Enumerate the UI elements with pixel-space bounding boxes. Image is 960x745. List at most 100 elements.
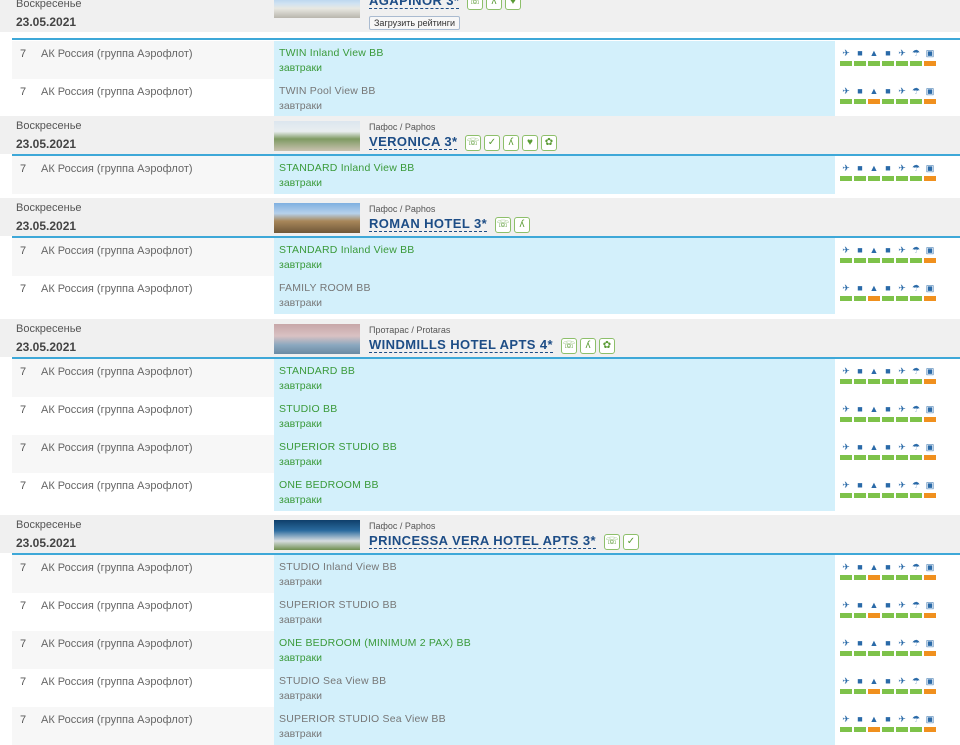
bus-icon[interactable]: ■ xyxy=(882,47,894,66)
hotel-icon[interactable]: ▲ xyxy=(868,713,880,732)
plane-out-icon[interactable]: ✈ xyxy=(840,365,852,384)
walk-icon[interactable]: ʎ xyxy=(503,135,519,151)
visa-icon[interactable]: ▣ xyxy=(924,244,936,263)
visa-icon[interactable]: ▣ xyxy=(924,365,936,384)
insurance-icon[interactable]: ☂ xyxy=(910,365,922,384)
visa-icon[interactable]: ▣ xyxy=(924,282,936,301)
hotel-icon[interactable]: ▲ xyxy=(868,282,880,301)
bus-icon[interactable]: ■ xyxy=(854,561,866,580)
plane-out-icon[interactable]: ✈ xyxy=(840,675,852,694)
room-type[interactable]: STUDIO Sea View BB xyxy=(279,675,386,687)
hotel-name-link[interactable]: PRINCESSA VERA HOTEL APTS 3* xyxy=(369,533,596,549)
bus-icon[interactable]: ■ xyxy=(882,713,894,732)
offer-row[interactable]: 7 АК Россия (группа Аэрофлот) TWIN Pool Vi… xyxy=(12,79,960,117)
plane-back-icon[interactable]: ✈ xyxy=(896,403,908,422)
room-type[interactable]: STANDARD BB xyxy=(279,365,355,377)
hotel-photo[interactable] xyxy=(274,520,360,550)
plane-back-icon[interactable]: ✈ xyxy=(896,85,908,104)
hotel-icon[interactable]: ▲ xyxy=(868,365,880,384)
room-cell[interactable]: SUPERIOR STUDIO BB завтраки xyxy=(274,593,835,631)
room-cell[interactable]: STUDIO Inland View BB завтраки xyxy=(274,555,835,593)
room-type[interactable]: FAMILY ROOM BB xyxy=(279,282,371,294)
hotel-name-link[interactable]: WINDMILLS HOTEL APTS 4* xyxy=(369,337,553,353)
room-type[interactable]: STUDIO BB xyxy=(279,403,337,415)
hotel-photo[interactable] xyxy=(274,0,360,18)
room-type[interactable]: STUDIO Inland View BB xyxy=(279,561,397,573)
insurance-icon[interactable]: ☂ xyxy=(910,479,922,498)
hotel-icon[interactable]: ▲ xyxy=(868,561,880,580)
bus-icon[interactable]: ■ xyxy=(854,599,866,618)
offer-row[interactable]: 7 АК Россия (группа Аэрофлот) STANDARD Inl… xyxy=(12,238,960,276)
room-type[interactable]: SUPERIOR STUDIO BB xyxy=(279,441,397,453)
plane-out-icon[interactable]: ✈ xyxy=(840,47,852,66)
room-type[interactable]: SUPERIOR STUDIO Sea View BB xyxy=(279,713,446,725)
visa-icon[interactable]: ▣ xyxy=(924,441,936,460)
plane-back-icon[interactable]: ✈ xyxy=(896,479,908,498)
insurance-icon[interactable]: ☂ xyxy=(910,403,922,422)
plane-out-icon[interactable]: ✈ xyxy=(840,479,852,498)
bus-icon[interactable]: ■ xyxy=(854,244,866,263)
plane-out-icon[interactable]: ✈ xyxy=(840,599,852,618)
bus-icon[interactable]: ■ xyxy=(882,282,894,301)
hotel-icon[interactable]: ▲ xyxy=(868,599,880,618)
bus-icon[interactable]: ■ xyxy=(854,85,866,104)
plane-back-icon[interactable]: ✈ xyxy=(896,47,908,66)
bus-icon[interactable]: ■ xyxy=(854,162,866,181)
bus-icon[interactable]: ■ xyxy=(854,403,866,422)
hotel-icon[interactable]: ▲ xyxy=(868,675,880,694)
bus-icon[interactable]: ■ xyxy=(854,441,866,460)
bus-icon[interactable]: ■ xyxy=(854,479,866,498)
phone-icon[interactable]: ☏ xyxy=(465,135,481,151)
room-type[interactable]: SUPERIOR STUDIO BB xyxy=(279,599,397,611)
offer-row[interactable]: 7 АК Россия (группа Аэрофлот) TWIN Inland … xyxy=(12,41,960,79)
insurance-icon[interactable]: ☂ xyxy=(910,85,922,104)
offer-row[interactable]: 7 АК Россия (группа Аэрофлот) SUPERIOR STU… xyxy=(12,707,960,745)
visa-icon[interactable]: ▣ xyxy=(924,637,936,656)
room-type[interactable]: STANDARD Inland View BB xyxy=(279,244,415,256)
offer-row[interactable]: 7 АК Россия (группа Аэрофлот) STUDIO Sea V… xyxy=(12,669,960,707)
gift-icon[interactable]: ✿ xyxy=(541,135,557,151)
bus-icon[interactable]: ■ xyxy=(882,637,894,656)
bus-icon[interactable]: ■ xyxy=(854,47,866,66)
phone-icon[interactable]: ☏ xyxy=(604,534,620,550)
plane-out-icon[interactable]: ✈ xyxy=(840,244,852,263)
plane-back-icon[interactable]: ✈ xyxy=(896,637,908,656)
bus-icon[interactable]: ■ xyxy=(882,244,894,263)
visa-icon[interactable]: ▣ xyxy=(924,675,936,694)
offer-row[interactable]: 7 АК Россия (группа Аэрофлот) STUDIO Inlan… xyxy=(12,555,960,593)
hotel-name-link[interactable]: VERONICA 3* xyxy=(369,134,458,150)
plane-back-icon[interactable]: ✈ xyxy=(896,162,908,181)
offer-row[interactable]: 7 АК Россия (группа Аэрофлот) SUPERIOR STU… xyxy=(12,593,960,631)
visa-icon[interactable]: ▣ xyxy=(924,599,936,618)
plane-back-icon[interactable]: ✈ xyxy=(896,713,908,732)
insurance-icon[interactable]: ☂ xyxy=(910,244,922,263)
offer-row[interactable]: 7 АК Россия (группа Аэрофлот) ONE BEDROOM … xyxy=(12,631,960,669)
heart-icon[interactable]: ♥ xyxy=(505,0,521,10)
hotel-icon[interactable]: ▲ xyxy=(868,47,880,66)
room-type[interactable]: ONE BEDROOM BB xyxy=(279,479,379,491)
bus-icon[interactable]: ■ xyxy=(854,713,866,732)
walk-icon[interactable]: ʎ xyxy=(514,217,530,233)
hotel-icon[interactable]: ▲ xyxy=(868,441,880,460)
bus-icon[interactable]: ■ xyxy=(854,637,866,656)
bus-icon[interactable]: ■ xyxy=(854,365,866,384)
room-type[interactable]: STANDARD Inland View BB xyxy=(279,162,415,174)
room-cell[interactable]: TWIN Inland View BB завтраки xyxy=(274,41,835,79)
plane-back-icon[interactable]: ✈ xyxy=(896,599,908,618)
offer-row[interactable]: 7 АК Россия (группа Аэрофлот) STANDARD Inl… xyxy=(12,156,960,194)
room-cell[interactable]: STUDIO Sea View BB завтраки xyxy=(274,669,835,707)
hotel-name-link[interactable]: ROMAN HOTEL 3* xyxy=(369,216,488,232)
visa-icon[interactable]: ▣ xyxy=(924,85,936,104)
hotel-icon[interactable]: ▲ xyxy=(868,637,880,656)
insurance-icon[interactable]: ☂ xyxy=(910,282,922,301)
thumb-up-icon[interactable]: ✓ xyxy=(484,135,500,151)
visa-icon[interactable]: ▣ xyxy=(924,713,936,732)
insurance-icon[interactable]: ☂ xyxy=(910,713,922,732)
room-type[interactable]: ONE BEDROOM (MINIMUM 2 PAX) BB xyxy=(279,637,471,649)
plane-back-icon[interactable]: ✈ xyxy=(896,441,908,460)
plane-back-icon[interactable]: ✈ xyxy=(896,365,908,384)
room-cell[interactable]: ONE BEDROOM (MINIMUM 2 PAX) BB завтраки xyxy=(274,631,835,669)
plane-out-icon[interactable]: ✈ xyxy=(840,85,852,104)
room-type[interactable]: TWIN Inland View BB xyxy=(279,47,384,59)
hotel-icon[interactable]: ▲ xyxy=(868,85,880,104)
